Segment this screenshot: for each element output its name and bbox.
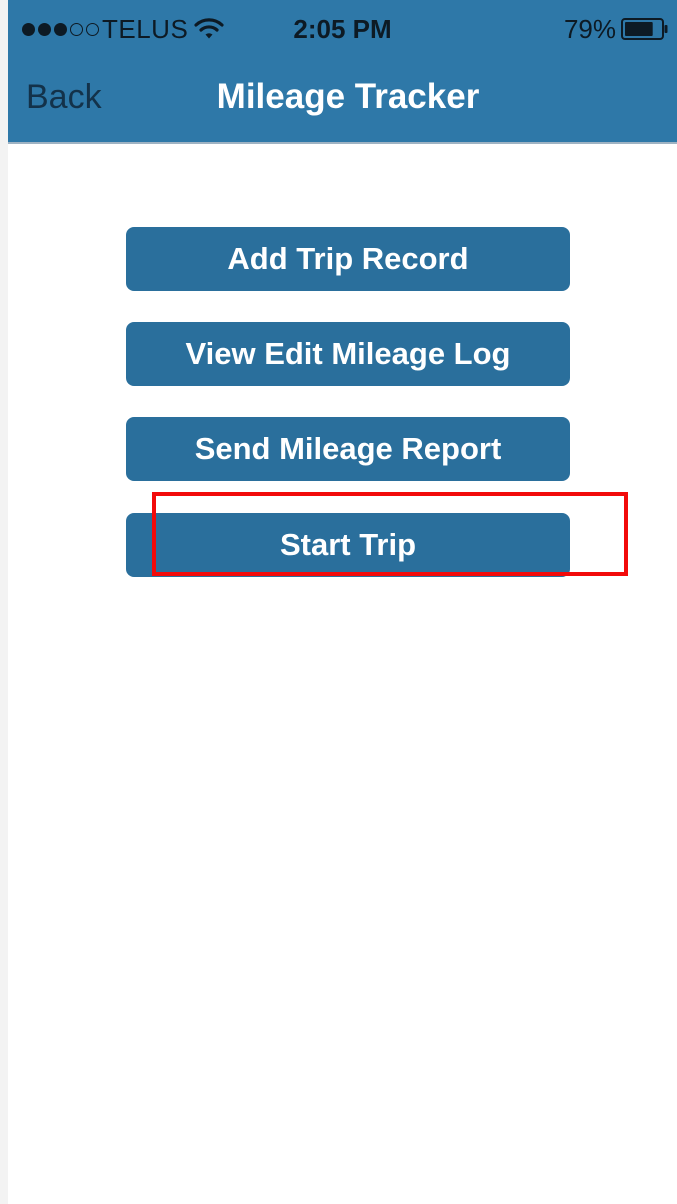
view-edit-mileage-log-button[interactable]: View Edit Mileage Log [126, 322, 570, 386]
status-bar: TELUS 2:05 PM 79% [8, 0, 677, 58]
start-trip-button[interactable]: Start Trip [126, 513, 570, 577]
header: TELUS 2:05 PM 79% Back Mileage Tracker [8, 0, 677, 144]
page-title: Mileage Tracker [216, 77, 480, 116]
add-trip-record-button[interactable]: Add Trip Record [126, 227, 570, 291]
battery-icon [621, 18, 668, 40]
battery-percentage: 79% [563, 14, 616, 44]
send-mileage-report-button[interactable]: Send Mileage Report [126, 417, 570, 481]
app-screen: TELUS 2:05 PM 79% Back Mileage Tracker A… [8, 0, 677, 1204]
